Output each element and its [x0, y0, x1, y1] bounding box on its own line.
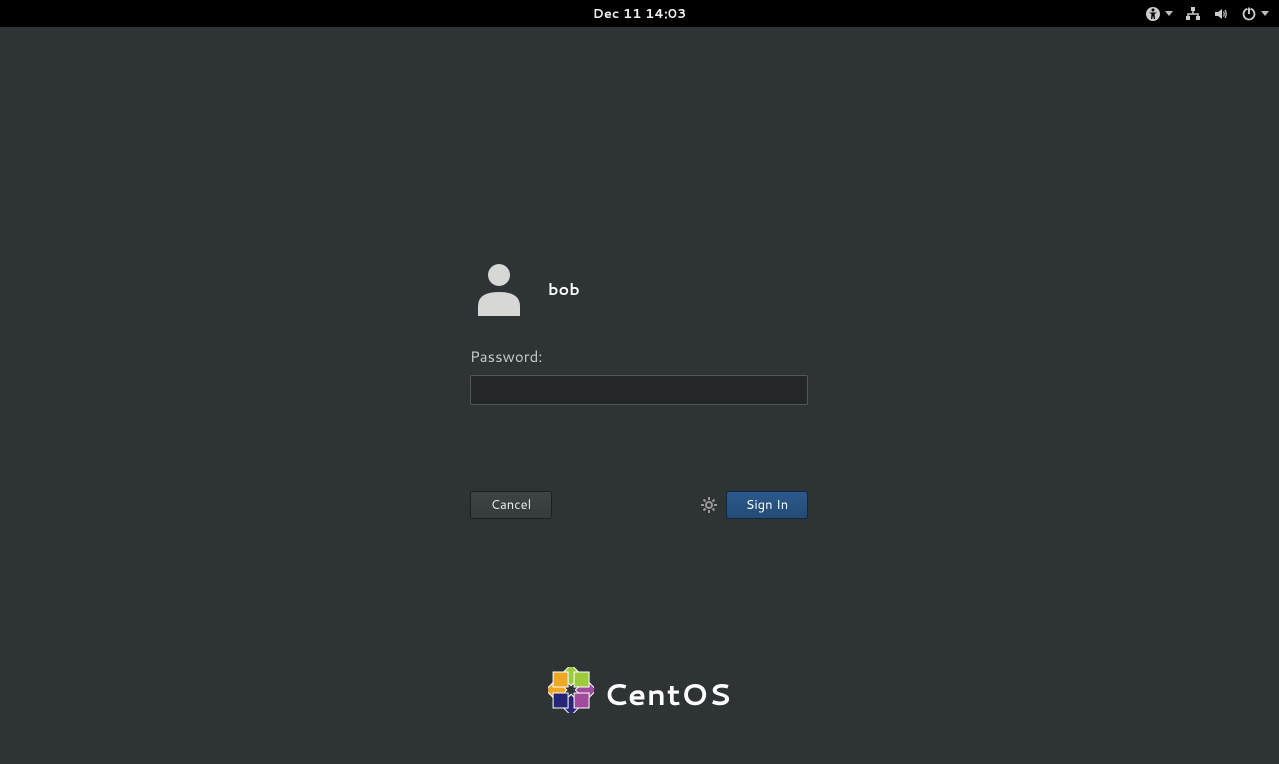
button-row: Cancel: [470, 491, 808, 519]
gear-icon: [700, 496, 718, 514]
username-label: bob: [548, 278, 580, 301]
brand-name: CentOS: [604, 672, 732, 715]
user-row: bob: [476, 262, 810, 316]
network-icon[interactable]: [1185, 6, 1201, 22]
chevron-down-icon: [1261, 11, 1269, 16]
chevron-down-icon: [1165, 11, 1173, 16]
volume-icon[interactable]: [1213, 6, 1229, 22]
top-bar: Dec 11 14:03: [0, 0, 1279, 27]
power-icon: [1241, 6, 1257, 22]
session-options-button[interactable]: [700, 496, 718, 514]
power-menu[interactable]: [1241, 6, 1269, 22]
centos-logo-icon: [548, 667, 594, 719]
password-input[interactable]: [470, 375, 808, 405]
password-label: Password:: [470, 346, 810, 367]
signin-button[interactable]: Sign In: [726, 491, 808, 519]
signin-group: Sign In: [700, 491, 808, 519]
login-panel: bob Password: Cancel: [470, 262, 810, 519]
cancel-button[interactable]: Cancel: [470, 491, 552, 519]
accessibility-menu[interactable]: [1145, 6, 1173, 22]
avatar-icon: [476, 262, 522, 316]
branding: CentOS: [548, 667, 732, 719]
accessibility-icon: [1145, 6, 1161, 22]
datetime: Dec 11 14:03: [593, 5, 687, 23]
top-bar-right: [1145, 6, 1269, 22]
